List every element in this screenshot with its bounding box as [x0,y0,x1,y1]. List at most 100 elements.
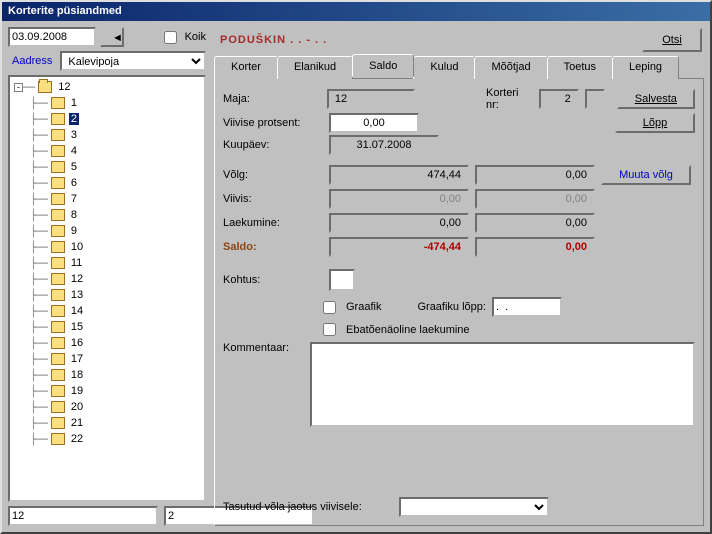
tree-child-node[interactable]: ├──4 [10,143,204,159]
tree-child-label: 16 [69,337,85,349]
tree-child-node[interactable]: ├──9 [10,223,204,239]
tree-child-label: 13 [69,289,85,301]
tree-child-label: 4 [69,145,79,157]
tree-child-label: 19 [69,385,85,397]
tree-child-node[interactable]: ├──22 [10,431,204,447]
titlebar: Korterite püsiandmed [2,2,710,21]
tree-child-node[interactable]: ├──7 [10,191,204,207]
tab-leping[interactable]: Leping [612,56,679,79]
tree-child-node[interactable]: ├──10 [10,239,204,255]
window: Korterite püsiandmed ◄ Koik Aadress Kale… [0,0,712,534]
save-button[interactable]: Salvesta [617,89,695,109]
comment-label: Kommentaar: [223,342,304,354]
koik-checkbox[interactable] [164,31,177,44]
tree-child-label: 18 [69,369,85,381]
ebat-checkbox[interactable] [323,323,336,336]
viivise-label: Viivise protsent: [223,117,323,129]
folder-icon [51,257,65,269]
date-prev-button[interactable]: ◄ [100,27,124,47]
row-graafik: Graafik Graafiku lõpp: [223,297,695,317]
search-button[interactable]: Otsi [642,28,702,52]
tree-child-node[interactable]: ├──19 [10,383,204,399]
folder-icon [51,433,65,445]
tenant-name: PODUŠKIN . . - . . [220,34,327,46]
folder-icon [51,401,65,413]
laek-a: 0,00 [329,213,469,233]
tree-child-node[interactable]: ├──17 [10,351,204,367]
folder-icon [51,113,65,125]
folder-icon [51,209,65,221]
tree-child-node[interactable]: ├──18 [10,367,204,383]
header-row: PODUŠKIN . . - . . Otsi [214,27,704,53]
folder-icon [51,225,65,237]
tree-child-node[interactable]: ├──11 [10,255,204,271]
tree-child-node[interactable]: ├──21 [10,415,204,431]
graafiku-lopp-input[interactable] [492,297,562,317]
tree-child-node[interactable]: ├──13 [10,287,204,303]
end-button[interactable]: Lõpp [615,113,695,133]
address-select[interactable]: Kalevipoja [60,51,206,71]
saldo-label: Saldo: [223,241,323,253]
tree-child-node[interactable]: ├──1 [10,95,204,111]
client-area: ◄ Koik Aadress Kalevipoja -──12├──1├──2├… [2,21,710,532]
tree-child-node[interactable]: ├──12 [10,271,204,287]
row-ebat: Ebatõenäoline laekumine [223,323,695,336]
tree-child-node[interactable]: ├──8 [10,207,204,223]
korterinr-extra [585,89,605,109]
tasutud-select[interactable] [399,497,549,517]
kuupaev-label: Kuupäev: [223,139,323,151]
folder-icon [51,193,65,205]
tree-child-node[interactable]: ├──15 [10,319,204,335]
tree-child-node[interactable]: ├──3 [10,127,204,143]
tree-child-label: 20 [69,401,85,413]
address-label: Aadress [8,53,56,69]
tab-korter[interactable]: Korter [214,56,278,79]
tree-child-label: 7 [69,193,79,205]
tree-child-node[interactable]: ├──16 [10,335,204,351]
row-kuupaev: Kuupäev: 31.07.2008 [223,135,695,155]
tab-saldo[interactable]: Saldo [352,54,414,77]
left-pane: ◄ Koik Aadress Kalevipoja -──12├──1├──2├… [2,21,212,532]
folder-icon [51,353,65,365]
koik-checkbox-label[interactable]: Koik [164,31,206,44]
bottom-input-1[interactable] [8,506,158,526]
date-input[interactable] [8,27,96,47]
folder-icon [51,385,65,397]
folder-icon [51,369,65,381]
tab-body: Maja: 12 Korteri nr: 2 Salvesta Viivise … [214,79,704,526]
window-title: Korterite püsiandmed [8,5,122,17]
viivise-input[interactable] [329,113,419,133]
tree-child-node[interactable]: ├──5 [10,159,204,175]
change-debt-button[interactable]: Muuta võlg [601,165,691,185]
tree-root-node[interactable]: -──12 [10,79,204,95]
laek-b: 0,00 [475,213,595,233]
graafiku-lopp-label: Graafiku lõpp: [417,301,485,313]
tree-child-label: 1 [69,97,79,109]
bottom-inputs [8,506,206,526]
expand-icon[interactable]: - [14,83,23,92]
comment-textarea[interactable] [310,342,695,427]
folder-icon [51,417,65,429]
tree-view[interactable]: -──12├──1├──2├──3├──4├──5├──6├──7├──8├──… [8,75,206,502]
tree-child-node[interactable]: ├──14 [10,303,204,319]
viivis-b: 0,00 [475,189,595,209]
maja-label: Maja: [223,93,321,105]
ebat-label: Ebatõenäoline laekumine [346,324,470,336]
tree-child-node[interactable]: ├──6 [10,175,204,191]
kuupaev-value: 31.07.2008 [329,135,439,155]
graafik-checkbox[interactable] [323,301,336,314]
date-row: ◄ Koik [8,27,206,47]
tree-child-label: 15 [69,321,85,333]
tree-child-label: 22 [69,433,85,445]
tab-elanikud[interactable]: Elanikud [277,56,353,79]
kohtus-input[interactable] [329,269,355,291]
tab-mootjad[interactable]: Mõõtjad [474,56,547,79]
viivis-a: 0,00 [329,189,469,209]
tab-toetus[interactable]: Toetus [547,56,613,79]
maja-value: 12 [327,89,415,109]
folder-icon [51,321,65,333]
korterinr-label: Korteri nr: [486,87,533,111]
tree-child-node[interactable]: ├──2 [10,111,204,127]
tab-kulud[interactable]: Kulud [413,56,475,79]
tree-child-node[interactable]: ├──20 [10,399,204,415]
